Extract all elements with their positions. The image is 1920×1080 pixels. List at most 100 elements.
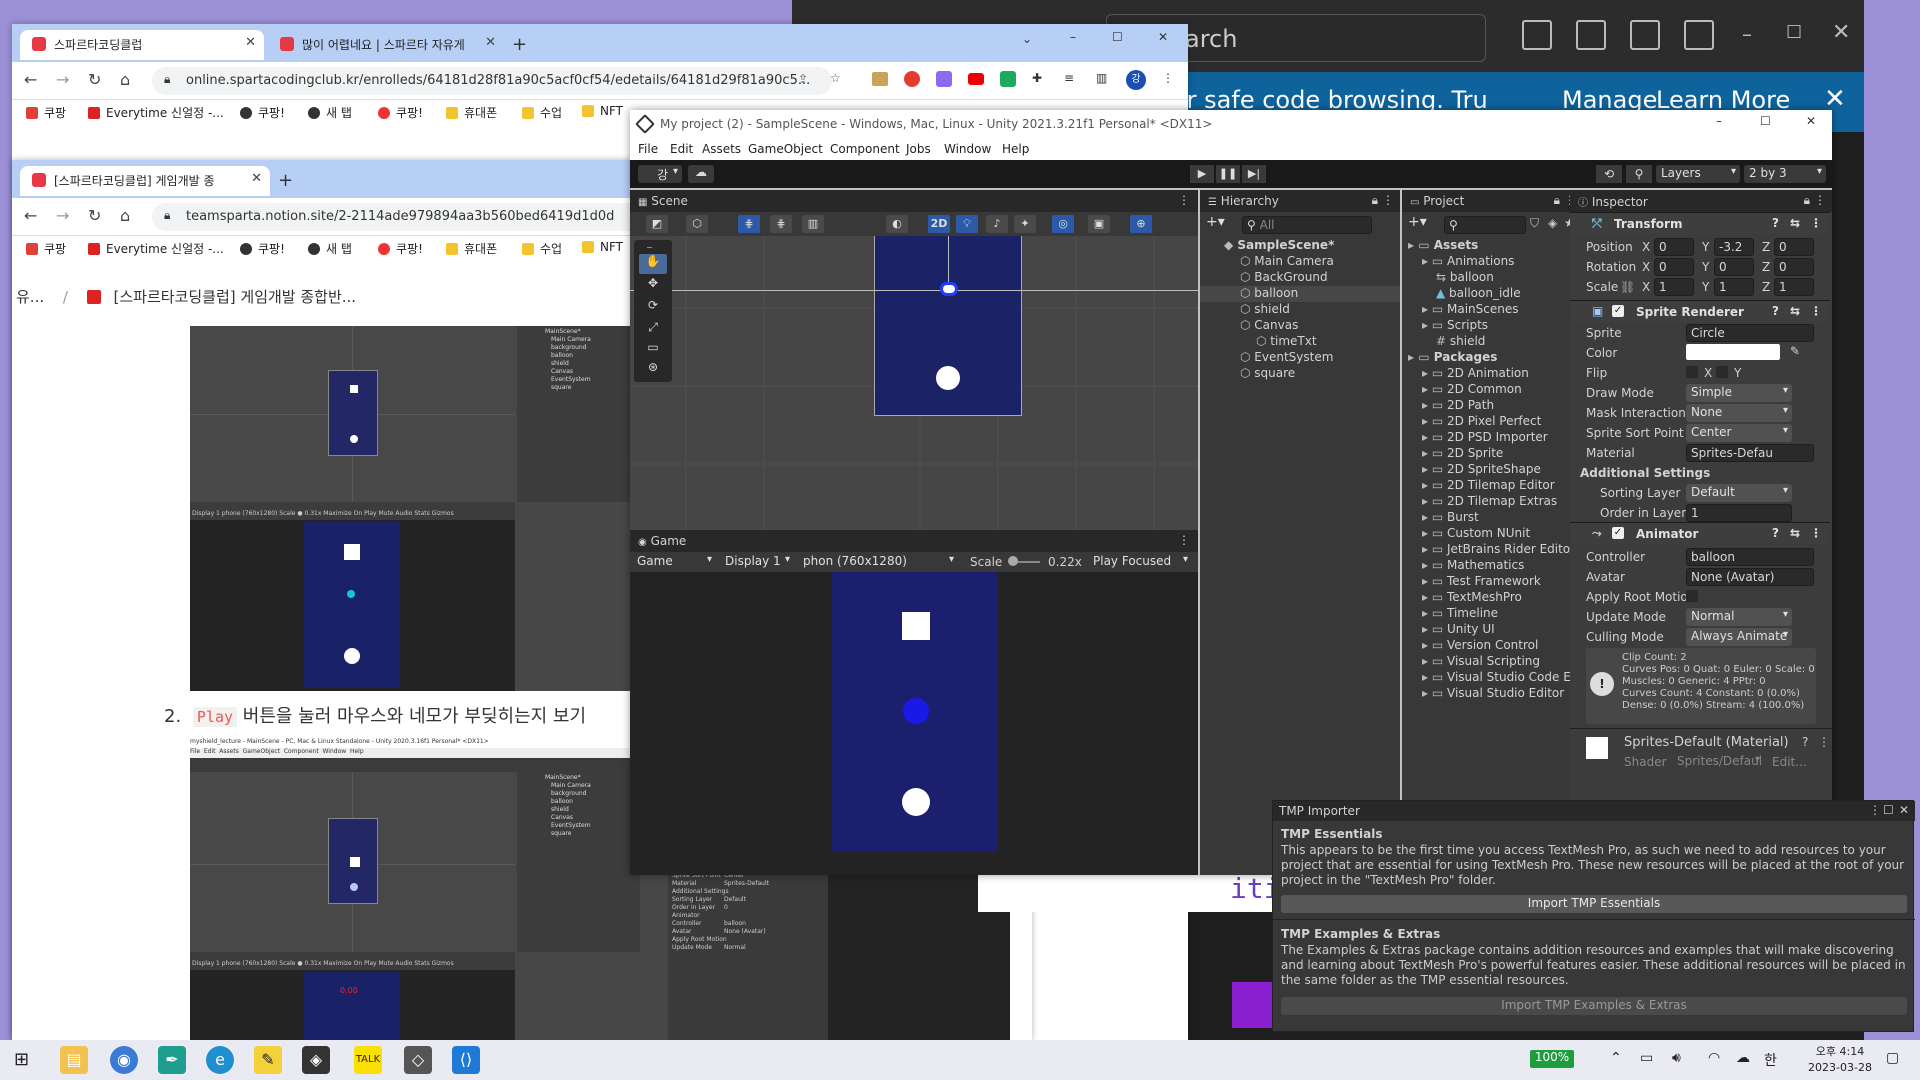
project-item[interactable]: ▸ ▭ 2D Path bbox=[1402, 398, 1582, 414]
project-search[interactable]: ⚲ bbox=[1444, 216, 1526, 234]
panel-menu-icon[interactable]: ⋮ bbox=[1178, 533, 1190, 547]
project-item[interactable]: ▸ ▭ Custom NUnit bbox=[1402, 526, 1582, 542]
reload-icon[interactable]: ↻ bbox=[88, 70, 101, 89]
close-icon[interactable]: ✕ bbox=[1832, 20, 1850, 45]
component-menu-icon[interactable]: ⋮ bbox=[1818, 735, 1830, 749]
extensions-puzzle-icon[interactable]: ✚ bbox=[1032, 71, 1042, 85]
scale-y[interactable]: 1 bbox=[1714, 278, 1754, 296]
project-item[interactable]: ▸ ▭ Visual Studio Code Ed bbox=[1402, 670, 1582, 686]
hierarchy-item[interactable]: ◆ SampleScene* bbox=[1200, 238, 1400, 254]
import-essentials-button[interactable]: Import TMP Essentials bbox=[1281, 895, 1907, 913]
tab-search-icon[interactable]: ⌄ bbox=[1022, 32, 1032, 46]
maximize-icon[interactable]: ☐ bbox=[1786, 22, 1802, 43]
project-item[interactable]: ▸ ▭ 2D Common bbox=[1402, 382, 1582, 398]
enabled-checkbox[interactable]: ✓ bbox=[1612, 305, 1624, 317]
volume-icon[interactable]: 🔊︎ bbox=[1672, 1050, 1681, 1066]
position-z[interactable]: 0 bbox=[1774, 238, 1814, 256]
extension-image-icon[interactable] bbox=[872, 72, 888, 86]
panel-menu-icon[interactable]: ⋮ bbox=[1869, 803, 1881, 817]
layers-dropdown[interactable]: Layers bbox=[1656, 165, 1740, 183]
share-icon[interactable]: ⇪ bbox=[798, 72, 808, 86]
new-tab-icon[interactable]: + bbox=[512, 34, 527, 55]
grid-visibility-icon[interactable]: ▥ bbox=[802, 215, 824, 233]
project-item[interactable]: ▸ ▭ MainScenes bbox=[1402, 302, 1582, 318]
close-icon[interactable]: ✕ bbox=[1899, 803, 1909, 817]
bookmark-item[interactable]: Everytime 신얼정 -... bbox=[88, 104, 224, 121]
menu-file[interactable]: File bbox=[638, 142, 658, 156]
help-icon[interactable]: ? bbox=[1772, 526, 1779, 540]
draw-mode-dropdown[interactable]: Simple bbox=[1686, 384, 1792, 402]
order-in-layer-field[interactable]: 1 bbox=[1686, 504, 1792, 522]
minimize-icon[interactable]: – bbox=[1716, 114, 1722, 128]
maximize-icon[interactable]: ☐ bbox=[1112, 30, 1123, 44]
project-item[interactable]: ▸ ▭ 2D SpriteShape bbox=[1402, 462, 1582, 478]
sidepanel-icon[interactable]: ▥ bbox=[1096, 71, 1107, 85]
project-item[interactable]: ▸ ▭ Packages bbox=[1402, 350, 1582, 366]
bookmark-item[interactable]: 새 탭 bbox=[308, 240, 352, 257]
hierarchy-item[interactable]: ⬡ balloon bbox=[1200, 286, 1400, 302]
scene-viewport[interactable]: ⎯ ✋ ✥ ⟳ ⤢ ▭ ⊛ bbox=[630, 236, 1198, 530]
flip-y-checkbox[interactable] bbox=[1716, 366, 1728, 378]
gizmos-icon[interactable]: ⊕ bbox=[1130, 215, 1152, 233]
layout-panel-icon[interactable] bbox=[1576, 20, 1606, 50]
extension-red-icon[interactable] bbox=[904, 71, 920, 87]
sort-point-dropdown[interactable]: Center bbox=[1686, 424, 1792, 442]
tab-project[interactable]: Project bbox=[1423, 194, 1464, 208]
project-item[interactable]: ▸ ▭ Version Control bbox=[1402, 638, 1582, 654]
preset-icon[interactable]: ⇆ bbox=[1790, 216, 1800, 230]
battery-icon[interactable]: ▭ bbox=[1640, 1050, 1653, 1066]
project-item[interactable]: ▸ ▭ Scripts bbox=[1402, 318, 1582, 334]
menu-window[interactable]: Window bbox=[944, 142, 991, 156]
layout-dropdown[interactable]: 2 by 3 bbox=[1744, 165, 1826, 183]
project-item[interactable]: ▲ balloon_idle bbox=[1402, 286, 1582, 302]
draw-mode-icon[interactable]: ◩ bbox=[646, 215, 668, 233]
bookmark-item[interactable]: 휴대폰 bbox=[446, 240, 497, 257]
help-icon[interactable]: ? bbox=[1772, 216, 1779, 230]
onedrive-icon[interactable]: ☁ bbox=[1736, 1050, 1750, 1066]
tab-game[interactable]: Game bbox=[651, 534, 687, 548]
project-item[interactable]: ▸ ▭ TextMeshPro bbox=[1402, 590, 1582, 606]
rotation-x[interactable]: 0 bbox=[1654, 258, 1694, 276]
extension-youtube-icon[interactable] bbox=[968, 73, 984, 85]
project-item[interactable]: # shield bbox=[1402, 334, 1582, 350]
animator-header[interactable]: Animator ⤳ ✓ ? ⇆ ⋮ bbox=[1570, 522, 1830, 544]
project-item[interactable]: ▸ ▭ Assets bbox=[1402, 238, 1582, 254]
minimize-icon[interactable]: – bbox=[1070, 30, 1076, 44]
rotation-z[interactable]: 0 bbox=[1774, 258, 1814, 276]
position-y[interactable]: -3.2 bbox=[1714, 238, 1754, 256]
project-item[interactable]: ▸ ▭ 2D Animation bbox=[1402, 366, 1582, 382]
breadcrumb-parent[interactable]: 유... bbox=[16, 288, 44, 306]
new-tab-icon[interactable]: + bbox=[278, 170, 293, 191]
project-item[interactable]: ▸ ▭ Test Framework bbox=[1402, 574, 1582, 590]
lock-icon[interactable]: 🔒︎ bbox=[1554, 193, 1560, 208]
back-icon[interactable]: ← bbox=[24, 70, 37, 89]
camera-icon[interactable]: ▣ bbox=[1088, 215, 1110, 233]
shader-dropdown[interactable]: Sprites/Defaul bbox=[1672, 753, 1764, 771]
lock-icon[interactable]: 🔒︎ bbox=[1372, 193, 1378, 208]
avatar-field[interactable]: None (Avatar) bbox=[1686, 568, 1814, 586]
menu-component[interactable]: Component bbox=[830, 142, 900, 156]
unity-editor-icon[interactable]: ◇ bbox=[404, 1046, 432, 1074]
label-icon[interactable]: ◈ bbox=[1548, 216, 1557, 230]
rotate-tool-icon[interactable]: ⟳ bbox=[639, 298, 667, 318]
profile-avatar[interactable]: 강 bbox=[1126, 70, 1146, 90]
2d-toggle[interactable]: 2D bbox=[928, 215, 950, 233]
chrome-icon[interactable]: ◉ bbox=[110, 1046, 138, 1074]
bookmark-item[interactable]: NFT bbox=[582, 240, 623, 254]
address-bar[interactable]: 🔒︎ online.spartacodingclub.kr/enrolleds/… bbox=[152, 67, 832, 95]
tab-notion[interactable]: [스파르타코딩클럽] 게임개발 종 ✕ bbox=[20, 166, 270, 196]
culling-mode-dropdown[interactable]: Always Animate bbox=[1686, 628, 1792, 646]
bookmark-item[interactable]: 쿠팡 bbox=[26, 104, 66, 121]
panel-menu-icon[interactable]: ⋮ bbox=[1178, 193, 1190, 207]
layout-sidebar-icon[interactable] bbox=[1522, 20, 1552, 50]
clock[interactable]: 오후 4:14 2023-03-28 bbox=[1800, 1044, 1880, 1076]
maximize-icon[interactable]: ☐ bbox=[1883, 803, 1894, 817]
add-icon[interactable]: +▾ bbox=[1408, 214, 1427, 230]
battery-badge[interactable]: 100% bbox=[1530, 1050, 1574, 1068]
hierarchy-item[interactable]: ⬡ square bbox=[1200, 366, 1400, 382]
kakaotalk-icon[interactable]: TALK bbox=[354, 1046, 382, 1074]
edge-icon[interactable]: e bbox=[206, 1046, 234, 1074]
display-dropdown[interactable]: Display 1 bbox=[720, 553, 794, 571]
bookmark-item[interactable]: Everytime 신얼정 -... bbox=[88, 240, 224, 257]
play-focused-dropdown[interactable]: Play Focused bbox=[1088, 553, 1192, 571]
